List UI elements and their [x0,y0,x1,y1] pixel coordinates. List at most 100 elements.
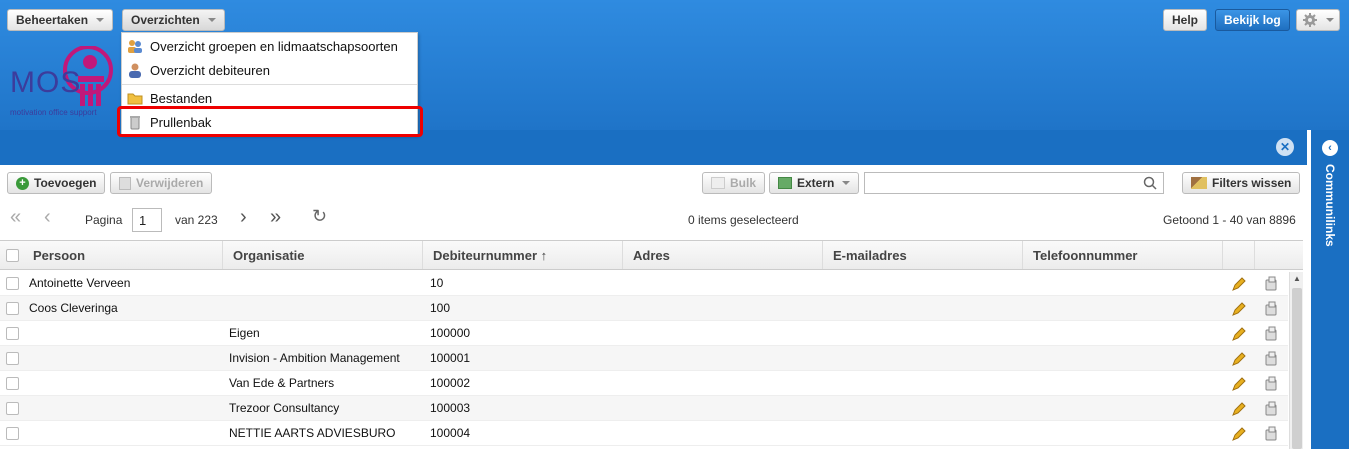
edit-pencil-icon[interactable] [1231,301,1247,317]
select-all-checkbox[interactable] [6,249,19,262]
close-icon[interactable]: ✕ [1276,138,1294,156]
delete-button-label: Verwijderen [136,176,204,190]
add-icon: + [16,176,29,190]
extern-icon [778,177,792,189]
cell-organisatie: NETTIE AARTS ADVIESBURO [229,426,396,440]
column-debiteurnummer[interactable]: Debiteurnummer ↑ [423,241,623,269]
column-emailadres[interactable]: E-mailadres [823,241,1023,269]
row-checkbox[interactable] [6,402,19,415]
column-organisatie[interactable]: Organisatie [223,241,423,269]
row-checkbox[interactable] [6,352,19,365]
edit-pencil-icon[interactable] [1231,401,1247,417]
row-checkbox[interactable] [6,377,19,390]
gear-icon [1303,13,1317,27]
archive-icon[interactable] [1263,351,1279,367]
scrollbar-thumb[interactable] [1292,288,1302,449]
edit-pencil-icon[interactable] [1231,426,1247,442]
highlight-box [117,106,423,137]
table-row[interactable]: Invision - Ambition Management 100001 [0,346,1288,371]
menu-item-debiteuren[interactable]: Overzicht debiteuren [122,59,417,81]
table-row[interactable]: Eigen 100000 [0,321,1288,346]
archive-icon[interactable] [1263,276,1279,292]
cell-debiteurnummer: 100004 [430,426,471,440]
menu-beheertaken[interactable]: Beheertaken [7,9,114,31]
cell-debiteurnummer: 10 [430,276,444,290]
table-row[interactable]: Antoinette Verveen 10 [0,271,1288,296]
chevron-down-icon [207,18,216,22]
bulk-button[interactable]: Bulk [702,172,766,194]
table-row[interactable]: NETTIE AARTS ADVIESBURO 100004 [0,421,1288,446]
delete-button[interactable]: Verwijderen [110,172,213,194]
search-icon[interactable] [1143,176,1157,190]
table-row[interactable]: Van Ede & Partners 100002 [0,371,1288,396]
menu-divider [122,84,417,85]
last-page-button[interactable]: » [270,206,281,229]
menu-beheertaken-label: Beheertaken [16,13,89,27]
chevron-down-icon [1326,18,1334,22]
cell-persoon [29,421,219,446]
clear-filters-label: Filters wissen [1212,176,1292,190]
communilinks-label: Communilinks [1323,164,1337,247]
archive-icon[interactable] [1263,326,1279,342]
archive-icon[interactable] [1263,301,1279,317]
bulk-icon [711,177,725,189]
grid-scrollbar[interactable]: ▲ [1289,272,1303,449]
table-row[interactable]: Trezoor Consultancy 100003 [0,396,1288,421]
cell-organisatie: Eigen [229,326,260,340]
broom-icon [1191,177,1207,189]
add-button[interactable]: + Toevoegen [7,172,106,194]
row-checkbox[interactable] [6,302,19,315]
menu-overzichten[interactable]: Overzichten [122,9,225,31]
cell-organisatie: Van Ede & Partners [229,376,335,390]
search-field[interactable] [864,172,1164,194]
cell-organisatie: Invision - Ambition Management [229,351,400,365]
cell-persoon [29,371,219,396]
page-input[interactable]: 1 [132,208,162,232]
cell-persoon [29,396,219,421]
row-checkbox[interactable] [6,327,19,340]
chevron-left-icon[interactable]: ‹ [1322,140,1338,156]
logo-text: MOS [10,66,82,99]
archive-icon[interactable] [1263,401,1279,417]
prev-page-button[interactable]: ‹ [44,206,51,229]
chevron-down-icon [842,181,851,185]
edit-pencil-icon[interactable] [1231,326,1247,342]
chevron-down-icon [96,18,105,22]
settings-button[interactable] [1296,9,1340,31]
table-row[interactable]: Coos Cleveringa 100 [0,296,1288,321]
cell-persoon [29,321,219,346]
view-log-button[interactable]: Bekijk log [1215,9,1290,31]
refresh-icon[interactable]: ↻ [312,206,327,227]
cell-persoon: Antoinette Verveen [29,276,131,290]
cell-debiteurnummer: 100002 [430,376,471,390]
archive-icon[interactable] [1263,426,1279,442]
clear-filters-button[interactable]: Filters wissen [1182,172,1301,194]
view-log-button-label: Bekijk log [1224,13,1281,27]
extern-button-label: Extern [797,176,835,190]
row-checkbox[interactable] [6,277,19,290]
add-button-label: Toevoegen [34,176,97,190]
column-telefoonnummer[interactable]: Telefoonnummer [1023,241,1223,269]
first-page-button[interactable]: « [10,206,21,229]
page-count: van 223 [175,213,218,227]
next-page-button[interactable]: › [240,206,247,229]
menu-item-groepen[interactable]: Overzicht groepen en lidmaatschapsoorten [122,35,417,57]
communilinks-panel[interactable]: ‹ Communilinks [1311,130,1349,449]
grid-header: Persoon Organisatie Debiteurnummer ↑ Adr… [0,240,1303,270]
edit-pencil-icon[interactable] [1231,276,1247,292]
column-persoon[interactable]: Persoon [23,241,223,269]
folder-icon [127,93,143,105]
bulk-button-label: Bulk [730,176,757,190]
archive-icon[interactable] [1263,376,1279,392]
menu-overzichten-label: Overzichten [131,13,200,27]
extern-button[interactable]: Extern [769,172,860,194]
edit-pencil-icon[interactable] [1231,351,1247,367]
edit-pencil-icon[interactable] [1231,376,1247,392]
menu-item-label: Bestanden [150,90,213,106]
selection-status: 0 items geselecteerd [688,213,799,227]
row-checkbox[interactable] [6,427,19,440]
column-edit [1223,241,1255,269]
column-adres[interactable]: Adres [623,241,823,269]
scroll-up-icon[interactable]: ▲ [1293,274,1301,283]
help-button[interactable]: Help [1163,9,1208,31]
